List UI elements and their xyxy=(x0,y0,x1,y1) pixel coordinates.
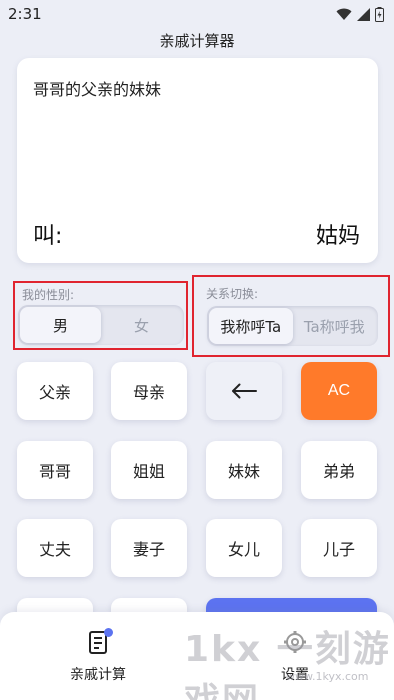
signal-icon xyxy=(357,7,370,21)
active-tab-dot xyxy=(104,628,113,637)
backspace-arrow-icon xyxy=(232,383,257,399)
relation-segmented-control: 我称呼Ta Ta称呼我 xyxy=(207,306,378,346)
battery-icon xyxy=(375,6,384,22)
nav-settings-label: 设置 xyxy=(281,667,309,683)
status-icons xyxy=(336,6,384,22)
gear-icon xyxy=(284,631,306,653)
status-bar: 2:31 xyxy=(0,0,394,28)
key-husband[interactable]: 丈夫 xyxy=(17,519,93,577)
relation-option-i-call-them[interactable]: 我称呼Ta xyxy=(209,308,293,344)
nav-tab-relative-calculator[interactable]: 亲戚计算 xyxy=(48,628,148,684)
relation-option-they-call-me[interactable]: Ta称呼我 xyxy=(293,308,377,344)
key-elder-brother[interactable]: 哥哥 xyxy=(17,441,93,499)
key-elder-sister[interactable]: 姐姐 xyxy=(111,441,187,499)
bottom-navigation: 亲戚计算 设置 xyxy=(0,612,394,700)
nav-tab-settings[interactable]: 设置 xyxy=(245,630,345,684)
gender-selector-group: 我的性别: 男 女 xyxy=(13,281,188,350)
calculate-button[interactable] xyxy=(206,598,377,612)
status-time: 2:31 xyxy=(8,5,42,23)
key-younger-brother[interactable]: 弟弟 xyxy=(301,441,377,499)
result-display-card: 哥哥的父亲的妹妹 叫: 姑妈 xyxy=(17,58,378,263)
key-younger-sister[interactable]: 妹妹 xyxy=(206,441,282,499)
gender-segmented-control: 男 女 xyxy=(18,305,184,345)
relation-switch-label: 关系切换: xyxy=(206,287,259,301)
clear-button[interactable]: AC xyxy=(301,362,377,420)
relation-expression: 哥哥的父亲的妹妹 xyxy=(33,80,162,99)
backspace-button[interactable] xyxy=(206,362,282,420)
gender-option-female[interactable]: 女 xyxy=(101,307,182,343)
key-wife[interactable]: 妻子 xyxy=(111,519,187,577)
gender-option-male[interactable]: 男 xyxy=(20,307,101,343)
key-row4-second[interactable] xyxy=(111,598,187,612)
key-son[interactable]: 儿子 xyxy=(301,519,377,577)
key-father[interactable]: 父亲 xyxy=(17,362,93,420)
page-title: 亲戚计算器 xyxy=(159,32,235,50)
relation-switch-group: 关系切换: 我称呼Ta Ta称呼我 xyxy=(192,275,390,357)
key-row4-first[interactable] xyxy=(17,598,93,612)
gender-label: 我的性别: xyxy=(22,288,75,302)
nav-calc-label: 亲戚计算 xyxy=(70,667,126,683)
call-label: 叫: xyxy=(33,224,63,249)
wifi-icon xyxy=(336,8,352,20)
relation-result: 姑妈 xyxy=(315,224,360,249)
key-daughter[interactable]: 女儿 xyxy=(206,519,282,577)
key-mother[interactable]: 母亲 xyxy=(111,362,187,420)
